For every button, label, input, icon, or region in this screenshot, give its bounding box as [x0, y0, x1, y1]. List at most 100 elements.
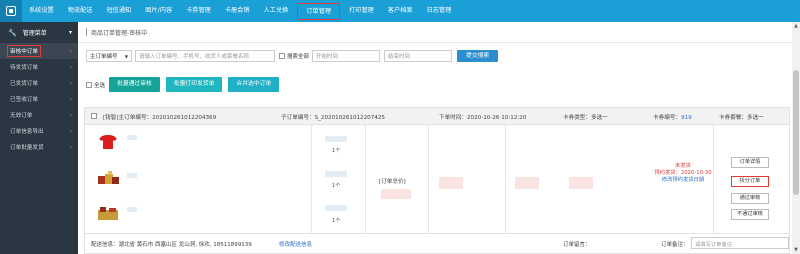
card-no: 卡券编号：919	[653, 113, 692, 121]
select-all-option[interactable]: 全选	[86, 81, 105, 89]
logo-icon	[6, 6, 16, 16]
sidebar-item-signed[interactable]: 已签收订单 ›	[0, 91, 78, 107]
sidebar-item-label: 订单批量发货	[10, 145, 44, 151]
contact-redacted	[515, 177, 539, 189]
order-body: 1个 1个 1个 [订单总价] 未发货 预约发货：2020-10-30 修改预约…	[85, 125, 789, 233]
page-scrollbar[interactable]: ▲ ▼	[792, 22, 800, 254]
order-total-label: [订单总价]	[379, 179, 406, 185]
order-table: [钱智]主订单编号：202010261012204369 子订单编号：S_202…	[84, 107, 790, 254]
chevron-right-icon: ›	[69, 95, 72, 103]
product-name-redacted	[127, 173, 137, 178]
search-all-option[interactable]: 搜索全部	[279, 52, 309, 60]
nav-customer-records[interactable]: 客户档案	[381, 0, 420, 22]
nav-card-management[interactable]: 卡券管理	[179, 0, 218, 22]
column-divider	[365, 125, 366, 233]
order-type-value: 主订单编号	[90, 54, 118, 60]
sidebar-item-label: 已发货订单	[10, 81, 38, 87]
column-divider	[311, 125, 312, 233]
sidebar-item-label: 无效订单	[10, 113, 33, 119]
order-time: 下单时间：2020-10-26 10:12:20	[439, 115, 527, 121]
sidebar-header[interactable]: 🔧 管理菜单 ▾	[0, 22, 78, 43]
main-order-no: [钱智]主订单编号：202010261012204369	[103, 115, 217, 121]
sidebar-item-reviewing[interactable]: 审核中订单 ›	[0, 43, 78, 59]
order-checkbox[interactable]	[91, 113, 97, 119]
edit-ship-date-link[interactable]: 修改预约发货日期	[653, 177, 713, 184]
amount-redacted	[569, 177, 593, 189]
approve-button[interactable]: 通过审核	[731, 193, 769, 204]
nav-logistics[interactable]: 物流配送	[61, 0, 100, 22]
product-name-redacted	[127, 207, 137, 212]
batch-approve-button[interactable]: 批量通过审核	[109, 77, 160, 92]
nav-log-management[interactable]: 日志管理	[420, 0, 459, 22]
nav-order-management[interactable]: 订单管理	[297, 2, 341, 20]
search-input[interactable]: 请输入订单编号、手机号、收货人或套餐名称	[135, 50, 275, 62]
card-type: 卡券类型：多选一	[563, 115, 608, 121]
chevron-right-icon: ›	[69, 127, 72, 135]
sidebar-item-shipped[interactable]: 已发货订单 ›	[0, 75, 78, 91]
sidebar-item-label: 待发货订单	[10, 65, 38, 71]
shipping-status: 未发货	[675, 163, 691, 169]
column-divider	[428, 125, 429, 233]
sidebar-item-label: 已签收订单	[10, 97, 38, 103]
main-content: 商品订单管理-审核中 主订单编号 ▼ 请输入订单编号、手机号、收货人或套餐名称 …	[78, 22, 792, 254]
app-logo[interactable]	[0, 0, 22, 22]
recipient-redacted	[439, 177, 463, 189]
order-status: 未发货 预约发货：2020-10-30 修改预约发货日期	[653, 163, 713, 184]
split-order-button[interactable]: 拆分订单	[731, 176, 769, 187]
order-detail-button[interactable]: 订单详情	[731, 157, 769, 168]
chevron-right-icon: ›	[69, 111, 72, 119]
nav-images-content[interactable]: 图片/内容	[138, 0, 179, 22]
nav-sms[interactable]: 短信通知	[100, 0, 139, 22]
nav-print-management[interactable]: 打印管理	[342, 0, 381, 22]
product-name-redacted	[127, 135, 137, 140]
merge-orders-button[interactable]: 合并选中订单	[228, 77, 280, 92]
top-navbar: 系统设置 物流配送 短信通知 图片/内容 卡券管理 卡册会销 人工兑换 订单管理…	[0, 0, 800, 22]
order-note-input[interactable]: 请填写订单备注	[691, 237, 789, 249]
product-spec-redacted	[325, 171, 347, 177]
sub-order-no: 子订单编号：S_202010261012207425	[281, 115, 385, 121]
nav-card-sales[interactable]: 卡册会销	[218, 0, 257, 22]
sidebar-item-export[interactable]: 订单信息导出 ›	[0, 123, 78, 139]
sidebar-header-label: 管理菜单	[22, 30, 47, 37]
top-nav-menu: 系统设置 物流配送 短信通知 图片/内容 卡券管理 卡册会销 人工兑换 订单管理…	[22, 0, 458, 22]
edit-shipping-link[interactable]: 修改配送信息	[279, 240, 312, 248]
column-divider	[505, 125, 506, 233]
scroll-up-icon[interactable]: ▲	[792, 22, 800, 30]
reject-button[interactable]: 不通过审核	[731, 209, 769, 220]
product-qty: 1个	[332, 218, 341, 224]
product-image[interactable]	[95, 169, 121, 185]
batch-action-bar: 全选 批量通过审核 批量打印发货单 合并选中订单	[86, 77, 285, 92]
sidebar-item-pending-shipment[interactable]: 待发货订单 ›	[0, 59, 78, 75]
shipping-info: 配送信息：湖北省 黄石市 西塞山区 龙山洞, 徐欢, 18511899139	[91, 242, 252, 248]
column-divider	[713, 125, 714, 233]
product-qty: 1个	[332, 183, 341, 189]
nav-system-settings[interactable]: 系统设置	[22, 0, 61, 22]
order-footer-row: 配送信息：湖北省 黄石市 西塞山区 龙山洞, 徐欢, 18511899139 修…	[85, 233, 789, 253]
order-type-select[interactable]: 主订单编号 ▼	[86, 50, 132, 62]
product-image[interactable]	[95, 205, 121, 221]
scrollbar-thumb[interactable]	[793, 70, 799, 195]
order-header-row: [钱智]主订单编号：202010261012204369 子订单编号：S_202…	[85, 108, 789, 125]
select-all-checkbox[interactable]	[86, 81, 92, 88]
scroll-down-icon[interactable]: ▼	[792, 246, 800, 254]
sidebar: 🔧 管理菜单 ▾ 审核中订单 › 待发货订单 › 已发货订单 › 已签收订单 ›…	[0, 22, 78, 254]
chevron-right-icon: ›	[69, 143, 72, 151]
chevron-right-icon: ›	[69, 47, 72, 55]
start-time-input[interactable]: 开始时间	[312, 50, 381, 62]
sidebar-item-invalid[interactable]: 无效订单 ›	[0, 107, 78, 123]
sidebar-item-label: 审核中订单	[7, 45, 41, 57]
scheduled-ship-date: 预约发货：2020-10-30	[654, 170, 712, 176]
product-image[interactable]	[95, 134, 121, 150]
breadcrumb: 商品订单管理-审核中	[78, 22, 792, 43]
nav-manual-exchange[interactable]: 人工兑换	[257, 0, 296, 22]
sidebar-item-batch-ship[interactable]: 订单批量发货 ›	[0, 139, 78, 155]
submit-search-button[interactable]: 提交搜索	[457, 50, 499, 62]
product-spec-redacted	[325, 205, 347, 211]
breadcrumb-divider	[86, 28, 87, 36]
search-all-checkbox[interactable]	[279, 53, 285, 59]
filter-bar: 主订单编号 ▼ 请输入订单编号、手机号、收货人或套餐名称 搜索全部 开始时间 结…	[86, 50, 499, 62]
batch-print-button[interactable]: 批量打印发货单	[165, 77, 223, 92]
end-time-input[interactable]: 结束时间	[384, 50, 453, 62]
chevron-right-icon: ›	[69, 63, 72, 71]
breadcrumb-text: 商品订单管理-审核中	[91, 29, 148, 37]
